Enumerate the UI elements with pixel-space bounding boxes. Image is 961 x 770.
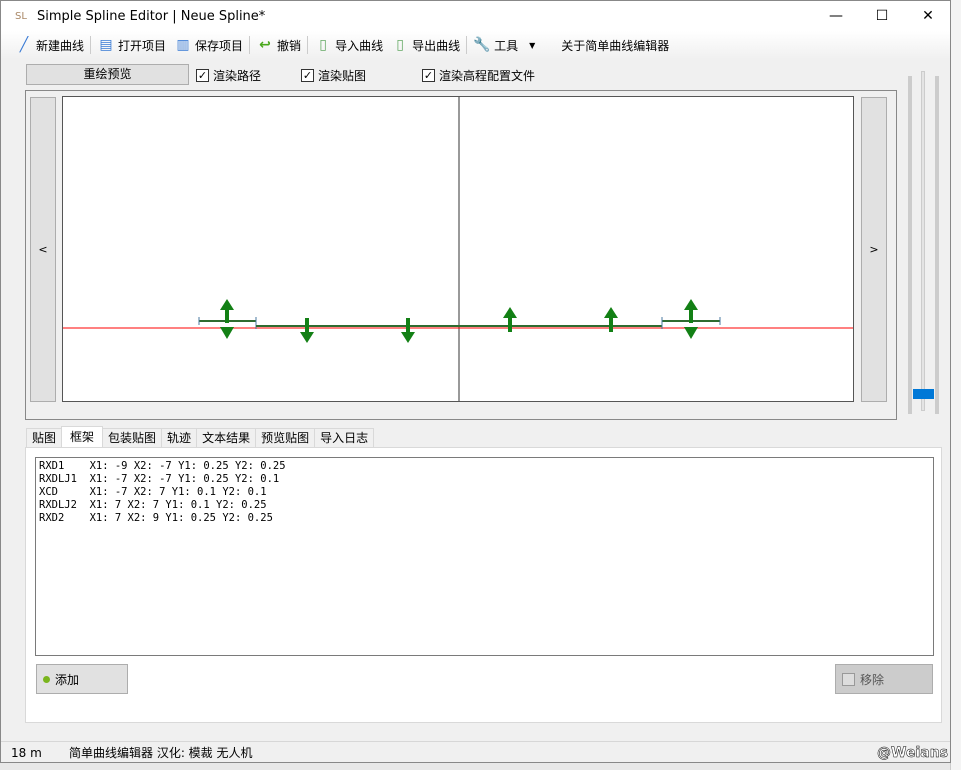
arrow-down-icon <box>300 318 314 343</box>
status-bar: 18 m 简单曲线编辑器 汉化: 模裁 无人机 @Weians <box>1 741 950 763</box>
export-curve-button[interactable]: ▯ 导出曲线 <box>387 33 464 57</box>
add-icon <box>43 675 50 683</box>
undo-button[interactable]: ↩ 撤销 <box>252 33 305 57</box>
prev-button[interactable]: < <box>30 97 56 402</box>
frame-line: XCD X1: -7 X2: 7 Y1: 0.1 Y2: 0.1 <box>39 486 267 498</box>
checkbox-check-icon: ✓ <box>422 69 435 82</box>
checkbox-check-icon: ✓ <box>196 69 209 82</box>
add-button[interactable]: 添加 <box>36 664 128 694</box>
maximize-button[interactable]: ☐ <box>859 1 905 31</box>
frame-list-textbox[interactable]: RXD1 X1: -9 X2: -7 Y1: 0.25 Y2: 0.25 RXDL… <box>35 457 934 656</box>
wrench-icon: 🔧 <box>473 37 491 53</box>
render-elevation-label: 渲染高程配置文件 <box>439 69 536 83</box>
separator <box>90 36 92 54</box>
title-bar: SL Simple Spline Editor | Neue Spline* —… <box>1 1 950 31</box>
render-path-checkbox[interactable]: ✓ 渲染路径 <box>196 67 261 84</box>
frame-line: RXD2 X1: 7 X2: 9 Y1: 0.25 Y2: 0.25 <box>39 512 273 524</box>
remove-icon <box>842 672 855 686</box>
slider-track-right <box>935 76 939 414</box>
tools-menu[interactable]: 🔧 工具 ▼ <box>469 33 539 57</box>
main-window: SL Simple Spline Editor | Neue Spline* —… <box>0 0 951 763</box>
minimize-button[interactable]: — <box>813 1 859 31</box>
frame-line: RXD1 X1: -9 X2: -7 Y1: 0.25 Y2: 0.25 <box>39 460 286 472</box>
import-curve-label: 导入曲线 <box>335 38 384 53</box>
pen-icon: ╱ <box>19 37 29 53</box>
save-icon: ▥ <box>176 37 190 53</box>
save-project-label: 保存项目 <box>195 38 244 53</box>
frame-line: RXDLJ2 X1: 7 X2: 7 Y1: 0.1 Y2: 0.25 <box>39 499 267 511</box>
spline-canvas[interactable] <box>62 96 854 402</box>
double-arrow-icon <box>220 299 234 339</box>
separator <box>307 36 309 54</box>
render-elevation-checkbox[interactable]: ✓ 渲染高程配置文件 <box>422 67 535 84</box>
tools-label: 工具 <box>494 38 519 53</box>
open-project-button[interactable]: ▤ 打开项目 <box>93 33 170 57</box>
save-project-button[interactable]: ▥ 保存项目 <box>170 33 247 57</box>
watermark: @Weians <box>877 744 948 761</box>
length-readout: 18 m <box>11 745 42 760</box>
add-label: 添加 <box>55 672 80 687</box>
close-button[interactable]: ✕ <box>905 1 951 31</box>
credits-text: 简单曲线编辑器 汉化: 模裁 无人机 <box>69 746 253 760</box>
desktop-background <box>950 0 961 770</box>
about-button[interactable]: 关于简单曲线编辑器 <box>557 33 673 57</box>
next-button[interactable]: > <box>861 97 887 402</box>
open-project-label: 打开项目 <box>118 38 167 53</box>
import-icon: ▯ <box>319 37 327 53</box>
separator <box>466 36 468 54</box>
tab-texture[interactable]: 贴图 <box>26 428 63 448</box>
frame-line: RXDLJ1 X1: -7 X2: -7 Y1: 0.25 Y2: 0.1 <box>39 473 280 485</box>
remove-button[interactable]: 移除 <box>835 664 933 694</box>
new-curve-label: 新建曲线 <box>36 38 85 53</box>
arrow-down-icon <box>401 318 415 343</box>
zoom-slider-thumb[interactable] <box>913 389 934 399</box>
render-path-label: 渲染路径 <box>213 69 262 83</box>
tab-import-log[interactable]: 导入日志 <box>314 428 375 448</box>
export-curve-label: 导出曲线 <box>412 38 461 53</box>
frame-tab-panel: RXD1 X1: -9 X2: -7 Y1: 0.25 Y2: 0.25 RXDL… <box>25 447 942 723</box>
render-texture-checkbox[interactable]: ✓ 渲染贴图 <box>301 67 366 84</box>
window-title: Simple Spline Editor | Neue Spline* <box>37 8 266 24</box>
tab-frame[interactable]: 框架 <box>61 426 104 447</box>
dropdown-arrow-icon: ▼ <box>529 40 536 50</box>
slider-track-left <box>908 76 912 414</box>
spline-preview <box>63 97 853 401</box>
double-arrow-icon <box>684 299 698 339</box>
open-icon: ▤ <box>99 37 113 53</box>
import-curve-button[interactable]: ▯ 导入曲线 <box>310 33 387 57</box>
separator <box>249 36 251 54</box>
undo-icon: ↩ <box>259 37 271 53</box>
checkbox-check-icon: ✓ <box>301 69 314 82</box>
app-icon: SL <box>15 10 27 22</box>
redraw-preview-button[interactable]: 重绘预览 <box>26 64 189 85</box>
export-icon: ▯ <box>396 37 404 53</box>
render-texture-label: 渲染贴图 <box>318 69 367 83</box>
new-curve-button[interactable]: ╱ 新建曲线 <box>11 33 88 57</box>
toolbar: ╱ 新建曲线 ▤ 打开项目 ▥ 保存项目 ↩ 撤销 ▯ 导入曲线 ▯ 导出曲线 🔧 工具 ▼ 关… <box>1 31 950 59</box>
tab-bar: 贴图 框架 包装贴图 轨迹 文本结果 预览贴图 导入日志 <box>26 426 375 448</box>
zoom-slider[interactable] <box>921 71 925 411</box>
tab-track[interactable]: 轨迹 <box>161 428 198 448</box>
options-row: 重绘预览 ✓ 渲染路径 ✓ 渲染贴图 ✓ 渲染高程配置文件 <box>26 64 886 85</box>
preview-viewport: < > <box>25 90 897 420</box>
undo-label: 撤销 <box>277 38 302 53</box>
tab-text-result[interactable]: 文本结果 <box>196 428 257 448</box>
remove-label: 移除 <box>860 672 885 687</box>
tab-preview-texture[interactable]: 预览贴图 <box>255 428 316 448</box>
tab-wrap-texture[interactable]: 包装贴图 <box>102 428 163 448</box>
